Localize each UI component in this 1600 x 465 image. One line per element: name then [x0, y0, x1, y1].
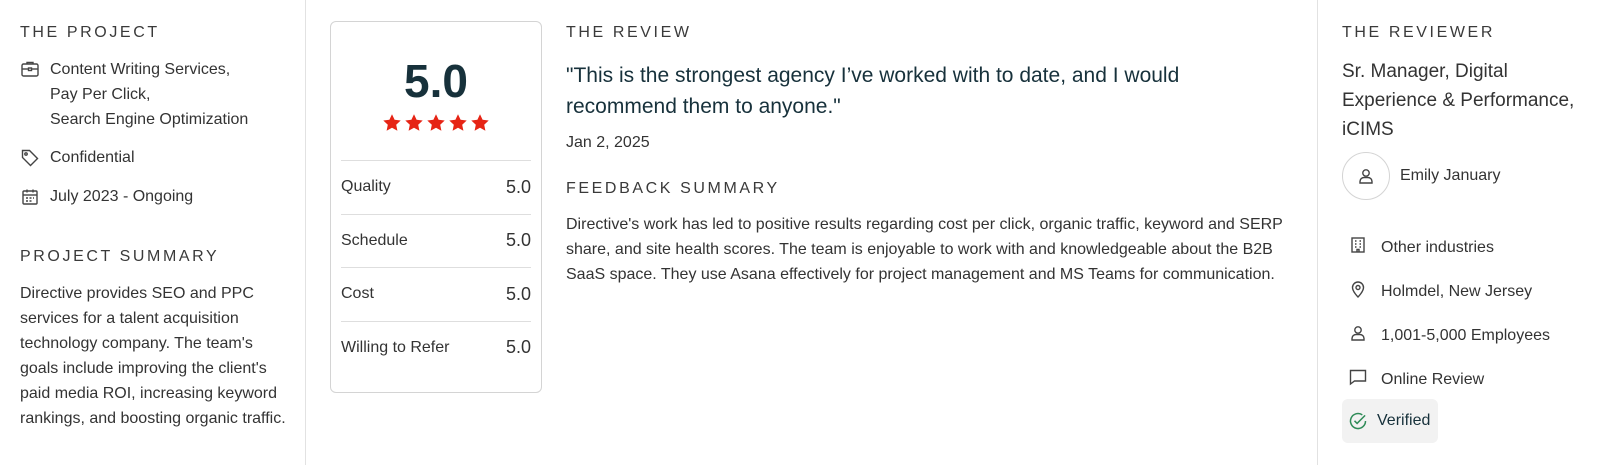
- reviewer-industry: Other industries: [1348, 235, 1494, 260]
- dates-text: July 2023 - Ongoing: [50, 188, 194, 205]
- project-summary-heading: PROJECT SUMMARY: [20, 248, 220, 265]
- map-pin-icon: [1348, 279, 1368, 299]
- user-icon: [1348, 323, 1368, 343]
- service-item: Pay Per Click,: [50, 86, 151, 103]
- rating-row-quality: Quality 5.0: [341, 160, 531, 214]
- feedback-heading: FEEDBACK SUMMARY: [566, 180, 780, 197]
- reviewer-company-size: 1,001-5,000 Employees: [1348, 323, 1550, 348]
- review-method-text: Online Review: [1381, 371, 1485, 388]
- location-text: Holmdel, New Jersey: [1381, 283, 1533, 300]
- rating-value: 5.0: [505, 230, 531, 251]
- calendar-icon: [20, 187, 40, 207]
- reviewer-name: Emily January: [1400, 167, 1501, 184]
- star-icon: [470, 113, 490, 133]
- review-date: Jan 2, 2025: [566, 134, 650, 151]
- rating-row-schedule: Schedule 5.0: [341, 213, 531, 268]
- rating-label: Cost: [341, 285, 374, 303]
- industry-text: Other industries: [1381, 239, 1494, 256]
- project-services: Content Writing Services, Pay Per Click,…: [20, 57, 248, 132]
- service-item: Content Writing Services,: [50, 61, 231, 78]
- reviewer-review-method: Online Review: [1348, 367, 1484, 392]
- reviewer-title: Sr. Manager, Digital Experience & Perfor…: [1342, 61, 1575, 140]
- review-quote: "This is the strongest agency I’ve worke…: [566, 64, 1180, 118]
- review-heading: THE REVIEW: [566, 24, 692, 41]
- check-circle-icon: [1348, 411, 1368, 431]
- avatar: [1342, 152, 1390, 200]
- reviewer-heading: THE REVIEWER: [1342, 24, 1495, 41]
- rating-row-refer: Willing to Refer 5.0: [341, 320, 531, 375]
- rating-row-cost: Cost 5.0: [341, 267, 531, 321]
- project-heading: THE PROJECT: [20, 24, 160, 41]
- overall-score: 5.0: [404, 55, 468, 107]
- rating-value: 5.0: [505, 283, 531, 304]
- service-item: Search Engine Optimization: [50, 111, 249, 128]
- rating-label: Schedule: [341, 231, 408, 249]
- rating-label: Willing to Refer: [341, 338, 450, 356]
- star-icon: [426, 113, 446, 133]
- reviewer-column: THE REVIEWER Sr. Manager, Digital Experi…: [1317, 0, 1600, 465]
- user-icon: [1356, 166, 1376, 186]
- star-icon: [382, 113, 402, 133]
- star-icon: [448, 113, 468, 133]
- rating-value: 5.0: [505, 176, 531, 197]
- project-summary-text: Directive provides SEO and PPC services …: [20, 285, 286, 427]
- star-icon: [404, 113, 424, 133]
- rating-value: 5.0: [505, 337, 531, 358]
- reviewer-location: Holmdel, New Jersey: [1348, 279, 1532, 304]
- briefcase-icon: [20, 59, 40, 79]
- rating-label: Quality: [341, 178, 391, 196]
- verified-badge: Verified: [1342, 399, 1438, 443]
- reviewer-person: Emily January: [1342, 152, 1500, 200]
- review-column: 5.0 Quality 5.0 Schedule 5.0 Cost 5.0 Wi…: [306, 0, 1317, 465]
- feedback-summary-text: Directive's work has led to positive res…: [566, 216, 1283, 283]
- company-size-text: 1,001-5,000 Employees: [1381, 327, 1550, 344]
- review-block: THE REVIEW "This is the strongest agency…: [566, 24, 1286, 287]
- building-icon: [1348, 235, 1368, 255]
- rating-card: 5.0 Quality 5.0 Schedule 5.0 Cost 5.0 Wi…: [330, 21, 542, 393]
- budget-text: Confidential: [50, 149, 135, 166]
- project-budget: Confidential: [20, 145, 135, 170]
- project-dates: July 2023 - Ongoing: [20, 184, 193, 209]
- tag-icon: [20, 148, 40, 168]
- project-column: THE PROJECT Content Writing Services, Pa…: [0, 0, 306, 465]
- services-list: Content Writing Services, Pay Per Click,…: [50, 57, 248, 132]
- rating-breakdown: Quality 5.0 Schedule 5.0 Cost 5.0 Willin…: [341, 160, 531, 374]
- verified-text: Verified: [1377, 412, 1431, 429]
- star-rating: [341, 113, 531, 135]
- chat-bubble-icon: [1348, 367, 1368, 387]
